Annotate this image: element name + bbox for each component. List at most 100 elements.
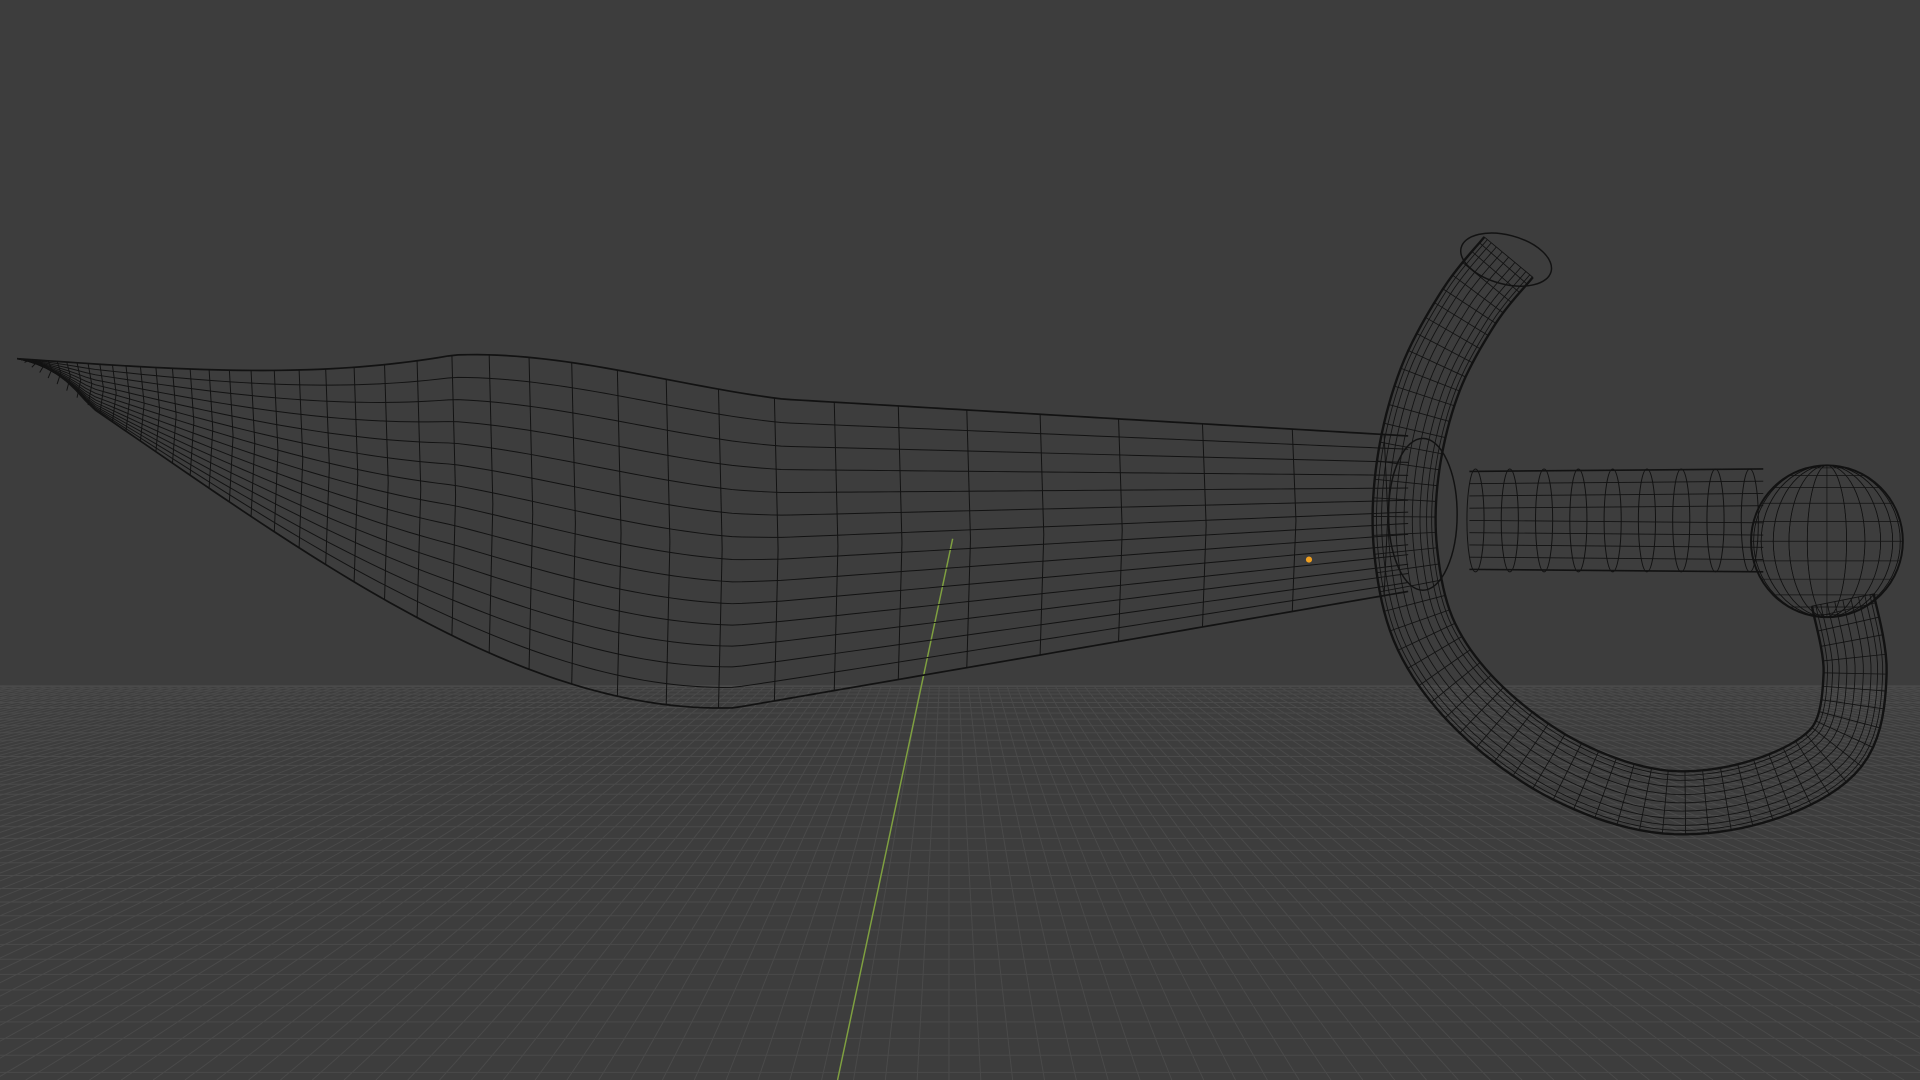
- grid-line: [407, 685, 786, 1080]
- handle-ring: [1603, 468, 1622, 573]
- grid-line: [89, 685, 689, 1080]
- handle-edge-loop: [1469, 468, 1764, 473]
- blade-cross-loop: [155, 367, 161, 452]
- grid-line: [852, 685, 921, 1080]
- guard-ring: [1425, 316, 1481, 350]
- grid-line: [0, 685, 149, 718]
- handle-ring: [1706, 468, 1725, 573]
- grid-line: [343, 685, 767, 1080]
- grid-line: [1315, 685, 1920, 969]
- blade-edge-loop: [17, 358, 1409, 516]
- grid-line: [987, 685, 1077, 1080]
- guard-edge-loop: [1372, 237, 1887, 835]
- grid-line: [534, 685, 824, 1080]
- grid-line: [25, 685, 670, 1080]
- handle-ring: [1740, 468, 1759, 573]
- blade-cross-loop: [353, 367, 359, 582]
- sword-pommel-wireframe[interactable]: [1750, 464, 1904, 619]
- handle-edge-loop: [1469, 532, 1764, 536]
- grid-line: [1083, 685, 1396, 1080]
- blade-cross-loop: [298, 369, 304, 548]
- ricasso-collar: [1387, 437, 1458, 591]
- grid-line: [1624, 685, 1920, 762]
- blade-edge-loop: [17, 358, 1409, 605]
- grid-line: [0, 685, 207, 734]
- guard-ring: [1397, 622, 1456, 651]
- grid-line: [1711, 685, 1920, 734]
- blade-edge-loop: [17, 358, 1409, 463]
- blade-cross-loop: [966, 409, 971, 668]
- origin-point-icon[interactable]: [1305, 556, 1313, 563]
- sword-blade-wireframe[interactable]: [17, 353, 1409, 709]
- blade-cross-loop: [488, 354, 494, 653]
- guard-ring: [1372, 516, 1436, 518]
- guard-ring: [1388, 404, 1450, 422]
- grid-line: [967, 685, 1014, 1080]
- grid-line: [0, 685, 564, 937]
- guard-ring: [1394, 385, 1455, 407]
- handle-edge-loop: [1469, 556, 1764, 561]
- grid-line: [821, 685, 911, 1080]
- handle-ring: [1569, 468, 1588, 573]
- handle-ring: [1672, 468, 1691, 573]
- grid-line: [884, 685, 931, 1080]
- handle-edge-loop: [1469, 519, 1764, 524]
- grid-line: [0, 685, 593, 971]
- blade-edge-loop: [17, 358, 1409, 668]
- handle-edge-loop: [1469, 493, 1764, 497]
- y-axis-line: [836, 538, 954, 1080]
- blade-cross-loop: [833, 402, 839, 691]
- grid-line: [977, 685, 1045, 1080]
- grid-line: [1122, 685, 1523, 1080]
- grid-line: [1112, 685, 1491, 1080]
- grid-line: [1643, 685, 1920, 755]
- handle-ring: [1637, 468, 1656, 573]
- sword-handle-wireframe[interactable]: [1387, 437, 1764, 591]
- 3d-viewport[interactable]: [0, 0, 1920, 1080]
- handle-edge-loop: [1469, 480, 1764, 485]
- grid-line: [1016, 685, 1173, 1080]
- grid-line: [1131, 685, 1555, 1080]
- blade-cross-loop: [139, 366, 145, 442]
- grid-line: [0, 685, 544, 917]
- blade-cross-loop: [1039, 414, 1045, 656]
- blade-cross-loop: [384, 364, 389, 600]
- grid-line: [1788, 685, 1920, 714]
- guard-ring: [1389, 609, 1450, 632]
- blade-cross-loop: [451, 355, 457, 636]
- grid-line: [0, 685, 467, 853]
- blade-cross-loop: [273, 370, 279, 532]
- blade-edge-loop: [17, 353, 1409, 437]
- grid-line: [1209, 685, 1809, 1080]
- grid-line: [1064, 685, 1332, 1080]
- grid-line: [1006, 685, 1141, 1080]
- grid-line: [0, 685, 226, 740]
- grid-line: [0, 685, 332, 779]
- handle-edge-loop: [1469, 568, 1764, 573]
- guard-ring: [1820, 634, 1884, 647]
- grid-line: [757, 685, 892, 1080]
- guard-ring: [1483, 236, 1534, 278]
- blade-cross-loop: [1201, 423, 1207, 627]
- grid-line: [0, 685, 641, 1042]
- grid-line: [502, 685, 815, 1080]
- grid-line: [1074, 685, 1364, 1080]
- blade-cross-loop: [571, 362, 576, 685]
- blade-edge-loop: [17, 358, 1409, 688]
- blade-cross-loop: [616, 370, 622, 697]
- handle-edge-loop: [1469, 544, 1764, 548]
- grid-line: [958, 685, 982, 1080]
- blade-cross-loop: [665, 379, 671, 705]
- grid-line: [566, 685, 834, 1080]
- grid-line: [916, 685, 940, 1080]
- grid-line: [1228, 685, 1873, 1080]
- blade-cross-loop: [773, 397, 779, 701]
- viewport-canvas[interactable]: [0, 0, 1920, 1080]
- guard-ring: [1817, 616, 1880, 632]
- blade-edge-loop: [17, 358, 1409, 476]
- blade-edge-loop: [17, 357, 1409, 709]
- grid-line: [0, 685, 390, 806]
- handle-edge-loop: [1469, 505, 1764, 509]
- blade-cross-loop: [325, 368, 330, 565]
- grid-line: [280, 685, 747, 1080]
